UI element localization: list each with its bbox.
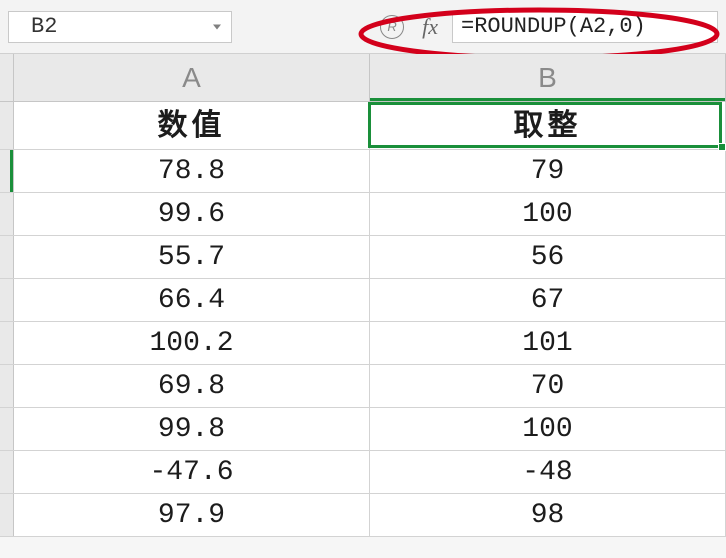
formula-text: =ROUNDUP(A2,0) (461, 14, 646, 39)
row-header[interactable] (0, 236, 14, 278)
cell-B4[interactable]: 56 (370, 236, 726, 278)
column-header-row: A B (0, 54, 726, 102)
column-header-A[interactable]: A (14, 54, 370, 101)
spreadsheet-grid: A B 数值 取整 78.8 79 99.6 100 55.7 56 66.4 … (0, 54, 726, 537)
cell-B9[interactable]: -48 (370, 451, 726, 493)
row-header[interactable] (0, 150, 14, 192)
table-row: 66.4 67 (0, 279, 726, 322)
fill-handle[interactable] (718, 143, 726, 151)
cell-B7[interactable]: 70 (370, 365, 726, 407)
cell-A6[interactable]: 100.2 (14, 322, 370, 364)
row-header[interactable] (0, 102, 14, 149)
name-box[interactable]: B2 (8, 11, 232, 43)
select-all-corner[interactable] (0, 54, 14, 101)
row-header[interactable] (0, 451, 14, 493)
cell-A2[interactable]: 78.8 (14, 150, 370, 192)
cell-B6[interactable]: 101 (370, 322, 726, 364)
cell-A5[interactable]: 66.4 (14, 279, 370, 321)
r-icon[interactable]: R (380, 15, 404, 39)
cell-B2[interactable]: 79 (370, 150, 726, 192)
cell-B5[interactable]: 67 (370, 279, 726, 321)
cell-B10[interactable]: 98 (370, 494, 726, 536)
cell-A9[interactable]: -47.6 (14, 451, 370, 493)
chevron-down-icon[interactable] (213, 24, 221, 29)
fx-icon[interactable]: fx (422, 14, 438, 40)
table-row: 数值 取整 (0, 102, 726, 150)
cell-B3[interactable]: 100 (370, 193, 726, 235)
cell-A4[interactable]: 55.7 (14, 236, 370, 278)
formula-group: R fx =ROUNDUP(A2,0) (380, 11, 718, 43)
formula-bar: B2 R fx =ROUNDUP(A2,0) (0, 0, 726, 54)
column-header-B[interactable]: B (370, 54, 726, 101)
cell-A1[interactable]: 数值 (14, 102, 370, 149)
cell-A10[interactable]: 97.9 (14, 494, 370, 536)
table-row: 99.6 100 (0, 193, 726, 236)
row-header[interactable] (0, 322, 14, 364)
table-row: 99.8 100 (0, 408, 726, 451)
row-header[interactable] (0, 494, 14, 536)
row-header[interactable] (0, 408, 14, 450)
table-row: 78.8 79 (0, 150, 726, 193)
cell-A8[interactable]: 99.8 (14, 408, 370, 450)
name-box-value: B2 (31, 14, 57, 39)
row-header[interactable] (0, 279, 14, 321)
row-header[interactable] (0, 193, 14, 235)
row-header[interactable] (0, 365, 14, 407)
table-row: 100.2 101 (0, 322, 726, 365)
table-row: 55.7 56 (0, 236, 726, 279)
cell-B8[interactable]: 100 (370, 408, 726, 450)
table-row: -47.6 -48 (0, 451, 726, 494)
table-row: 69.8 70 (0, 365, 726, 408)
table-row: 97.9 98 (0, 494, 726, 537)
cell-A7[interactable]: 69.8 (14, 365, 370, 407)
cell-B1[interactable]: 取整 (370, 102, 726, 149)
formula-input[interactable]: =ROUNDUP(A2,0) (452, 11, 718, 43)
cell-A3[interactable]: 99.6 (14, 193, 370, 235)
